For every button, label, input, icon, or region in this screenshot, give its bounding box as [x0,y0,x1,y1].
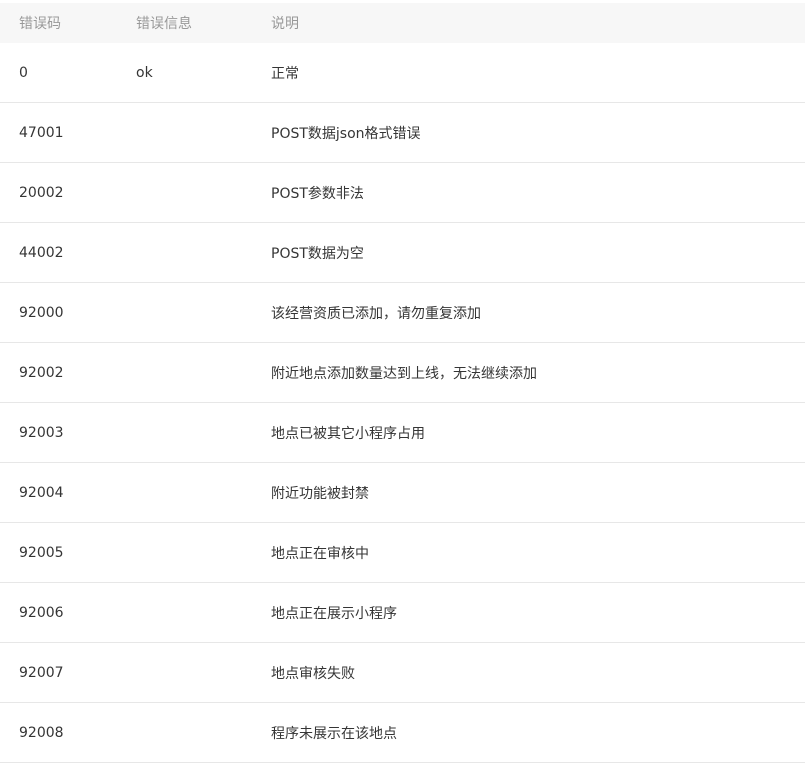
error-message: ok [136,64,153,81]
table-row: 92007 地点审核失败 [0,643,805,703]
header-description: 说明 [271,16,299,32]
error-description: 程序未展示在该地点 [271,725,397,742]
table-row: 92003 地点已被其它小程序占用 [0,403,805,463]
table-row: 44002 POST数据为空 [0,223,805,283]
table-row: 92000 该经营资质已添加，请勿重复添加 [0,283,805,343]
error-code: 0 [19,64,28,81]
error-description: 正常 [271,65,299,82]
error-code: 92000 [19,304,64,321]
error-code: 92005 [19,544,64,561]
error-description: 附近功能被封禁 [271,485,369,502]
table-row: 47001 POST数据json格式错误 [0,103,805,163]
error-code: 47001 [19,124,64,141]
table-row: 92004 附近功能被封禁 [0,463,805,523]
error-description: 地点正在审核中 [271,545,369,562]
error-description: POST参数非法 [271,185,364,202]
error-description: 附近地点添加数量达到上线，无法继续添加 [271,365,537,382]
error-code: 92004 [19,484,64,501]
table-row: 92005 地点正在审核中 [0,523,805,583]
table-row: 0 ok 正常 [0,43,805,103]
error-description: 地点已被其它小程序占用 [271,425,425,442]
table-row: 20002 POST参数非法 [0,163,805,223]
error-description: POST数据为空 [271,245,364,262]
error-description: 该经营资质已添加，请勿重复添加 [271,305,481,322]
error-code: 92008 [19,724,64,741]
error-code: 92006 [19,604,64,621]
table-header: 错误码 错误信息 说明 [0,3,805,43]
error-code-table: 错误码 错误信息 说明 0 ok 正常 47001 POST数据json格式错误… [0,3,805,763]
error-code: 92002 [19,364,64,381]
error-code: 92003 [19,424,64,441]
table-row: 92006 地点正在展示小程序 [0,583,805,643]
error-code: 92007 [19,664,64,681]
error-description: 地点正在展示小程序 [271,605,397,622]
error-code: 20002 [19,184,64,201]
header-error-message: 错误信息 [136,16,192,32]
error-code: 44002 [19,244,64,261]
table-row: 92002 附近地点添加数量达到上线，无法继续添加 [0,343,805,403]
header-error-code: 错误码 [19,16,61,32]
table-row: 92008 程序未展示在该地点 [0,703,805,763]
error-description: 地点审核失败 [271,665,355,682]
error-description: POST数据json格式错误 [271,125,421,142]
